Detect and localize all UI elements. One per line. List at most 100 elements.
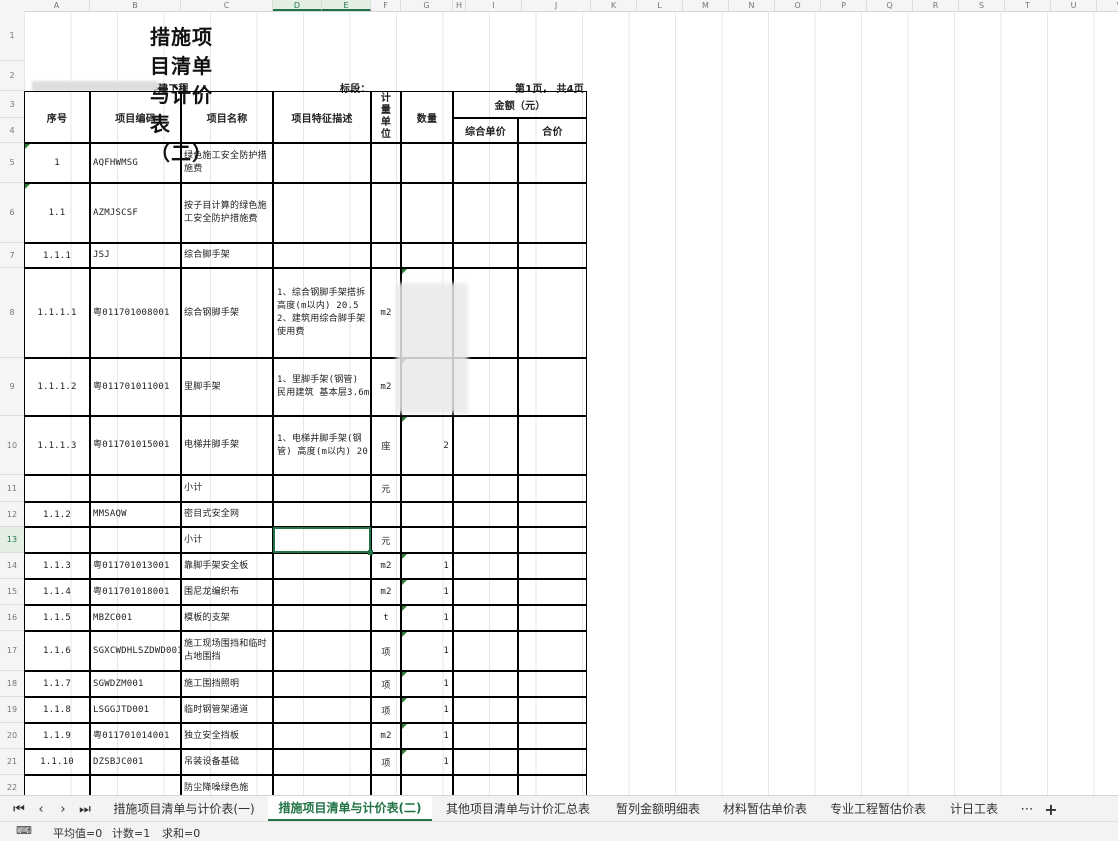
row-unit[interactable]: 项 [371,697,401,723]
row-name[interactable]: 防尘降噪绿色施 [181,775,273,795]
row-desc[interactable] [273,671,371,697]
add-sheet-icon[interactable]: + [1040,796,1062,822]
row-header-14[interactable]: 14 [0,553,24,579]
row-total[interactable] [518,527,587,553]
row-unit-price[interactable] [453,775,518,795]
row-qty[interactable] [401,502,453,527]
row-header-21[interactable]: 21 [0,749,24,775]
row-seq[interactable]: 1.1 [24,183,90,243]
row-qty[interactable] [401,775,453,795]
row-header-15[interactable]: 15 [0,579,24,605]
row-desc[interactable]: 1、里脚手架(钢管) 民用建筑 基本层3.6m [273,358,371,416]
row-total[interactable] [518,358,587,416]
row-header-5[interactable]: 5 [0,143,24,183]
row-seq[interactable]: 1.1.1 [24,243,90,268]
column-header-i[interactable]: I [466,0,522,11]
row-total[interactable] [518,631,587,671]
row-total[interactable] [518,697,587,723]
row-header-19[interactable]: 19 [0,697,24,723]
row-name[interactable]: 吊装设备基础 [181,749,273,775]
row-name[interactable]: 电梯井脚手架 [181,416,273,475]
row-desc[interactable] [273,243,371,268]
row-header-13[interactable]: 13 [0,527,24,553]
row-seq[interactable]: 1.1.3 [24,553,90,579]
row-code[interactable]: 粤011701018001 [90,579,181,605]
row-total[interactable] [518,553,587,579]
row-desc[interactable] [273,579,371,605]
row-seq[interactable] [24,775,90,795]
row-desc[interactable] [273,183,371,243]
row-total[interactable] [518,143,587,183]
column-header-t[interactable]: T [1005,0,1051,11]
column-header-d[interactable]: D [273,0,322,11]
row-qty[interactable] [401,183,453,243]
column-header-v[interactable]: V [1097,0,1118,11]
row-unit[interactable]: m2 [371,723,401,749]
sheet-tab[interactable]: 措施项目清单与计价表(一) [100,796,268,821]
sheet-tab[interactable]: 暂列金额明细表 [604,796,712,821]
header-desc[interactable]: 项目特征描述 [273,91,371,143]
sheet-tab[interactable]: 计日工表 [938,796,1010,821]
row-name[interactable]: 绿色施工安全防护措施费 [181,143,273,183]
row-unit-price[interactable] [453,631,518,671]
row-name[interactable]: 靠脚手架安全板 [181,553,273,579]
row-unit-price[interactable] [453,502,518,527]
header-amount[interactable]: 金额（元） [453,91,587,118]
row-unit-price[interactable] [453,579,518,605]
sheet-tab[interactable]: 专业工程暂估价表 [818,796,938,821]
row-unit[interactable] [371,143,401,183]
row-qty[interactable]: 1 [401,553,453,579]
row-total[interactable] [518,775,587,795]
row-qty[interactable]: 1 [401,697,453,723]
column-header-u[interactable]: U [1051,0,1097,11]
row-name[interactable]: 密目式安全网 [181,502,273,527]
row-unit[interactable] [371,775,401,795]
row-qty[interactable] [401,527,453,553]
row-name[interactable]: 综合脚手架 [181,243,273,268]
row-seq[interactable]: 1.1.8 [24,697,90,723]
sheet-tab[interactable]: 其他项目清单与计价汇总表 [432,796,604,821]
column-header-j[interactable]: J [522,0,591,11]
header-unit[interactable]: 计量单位 [371,91,401,143]
row-total[interactable] [518,268,587,358]
row-code[interactable] [90,475,181,502]
row-seq[interactable]: 1.1.1.3 [24,416,90,475]
row-qty[interactable]: 1 [401,579,453,605]
row-unit-price[interactable] [453,723,518,749]
row-unit-price[interactable] [453,553,518,579]
sheet-tab[interactable]: 材料暂估单价表 [712,796,818,821]
row-unit[interactable]: 项 [371,671,401,697]
row-header-12[interactable]: 12 [0,502,24,527]
row-total[interactable] [518,475,587,502]
row-qty[interactable] [401,243,453,268]
row-seq[interactable] [24,475,90,502]
row-unit-price[interactable] [453,671,518,697]
row-code[interactable]: LSGGJTD001 [90,697,181,723]
row-unit[interactable]: 元 [371,475,401,502]
row-header-11[interactable]: 11 [0,475,24,502]
row-unit-price[interactable] [453,143,518,183]
row-seq[interactable]: 1.1.4 [24,579,90,605]
row-unit[interactable] [371,243,401,268]
column-header-e[interactable]: E [322,0,371,11]
row-desc[interactable] [273,143,371,183]
column-header-a[interactable]: A [24,0,90,11]
row-desc[interactable] [273,631,371,671]
last-sheet-icon[interactable]: ⏭ [74,796,96,822]
column-header-h[interactable]: H [453,0,466,11]
header-name[interactable]: 项目名称 [181,91,273,143]
row-unit[interactable] [371,183,401,243]
column-header-l[interactable]: L [637,0,683,11]
column-header-r[interactable]: R [913,0,959,11]
header-unit-price[interactable]: 综合单价 [453,118,518,143]
row-unit[interactable]: t [371,605,401,631]
row-code[interactable]: AZMJSCSF [90,183,181,243]
row-header-4[interactable]: 4 [0,118,24,143]
row-code[interactable]: MBZC001 [90,605,181,631]
row-unit-price[interactable] [453,697,518,723]
row-unit-price[interactable] [453,749,518,775]
next-sheet-icon[interactable]: › [52,796,74,822]
row-seq[interactable]: 1.1.2 [24,502,90,527]
row-unit-price[interactable] [453,605,518,631]
row-qty[interactable]: 1 [401,723,453,749]
